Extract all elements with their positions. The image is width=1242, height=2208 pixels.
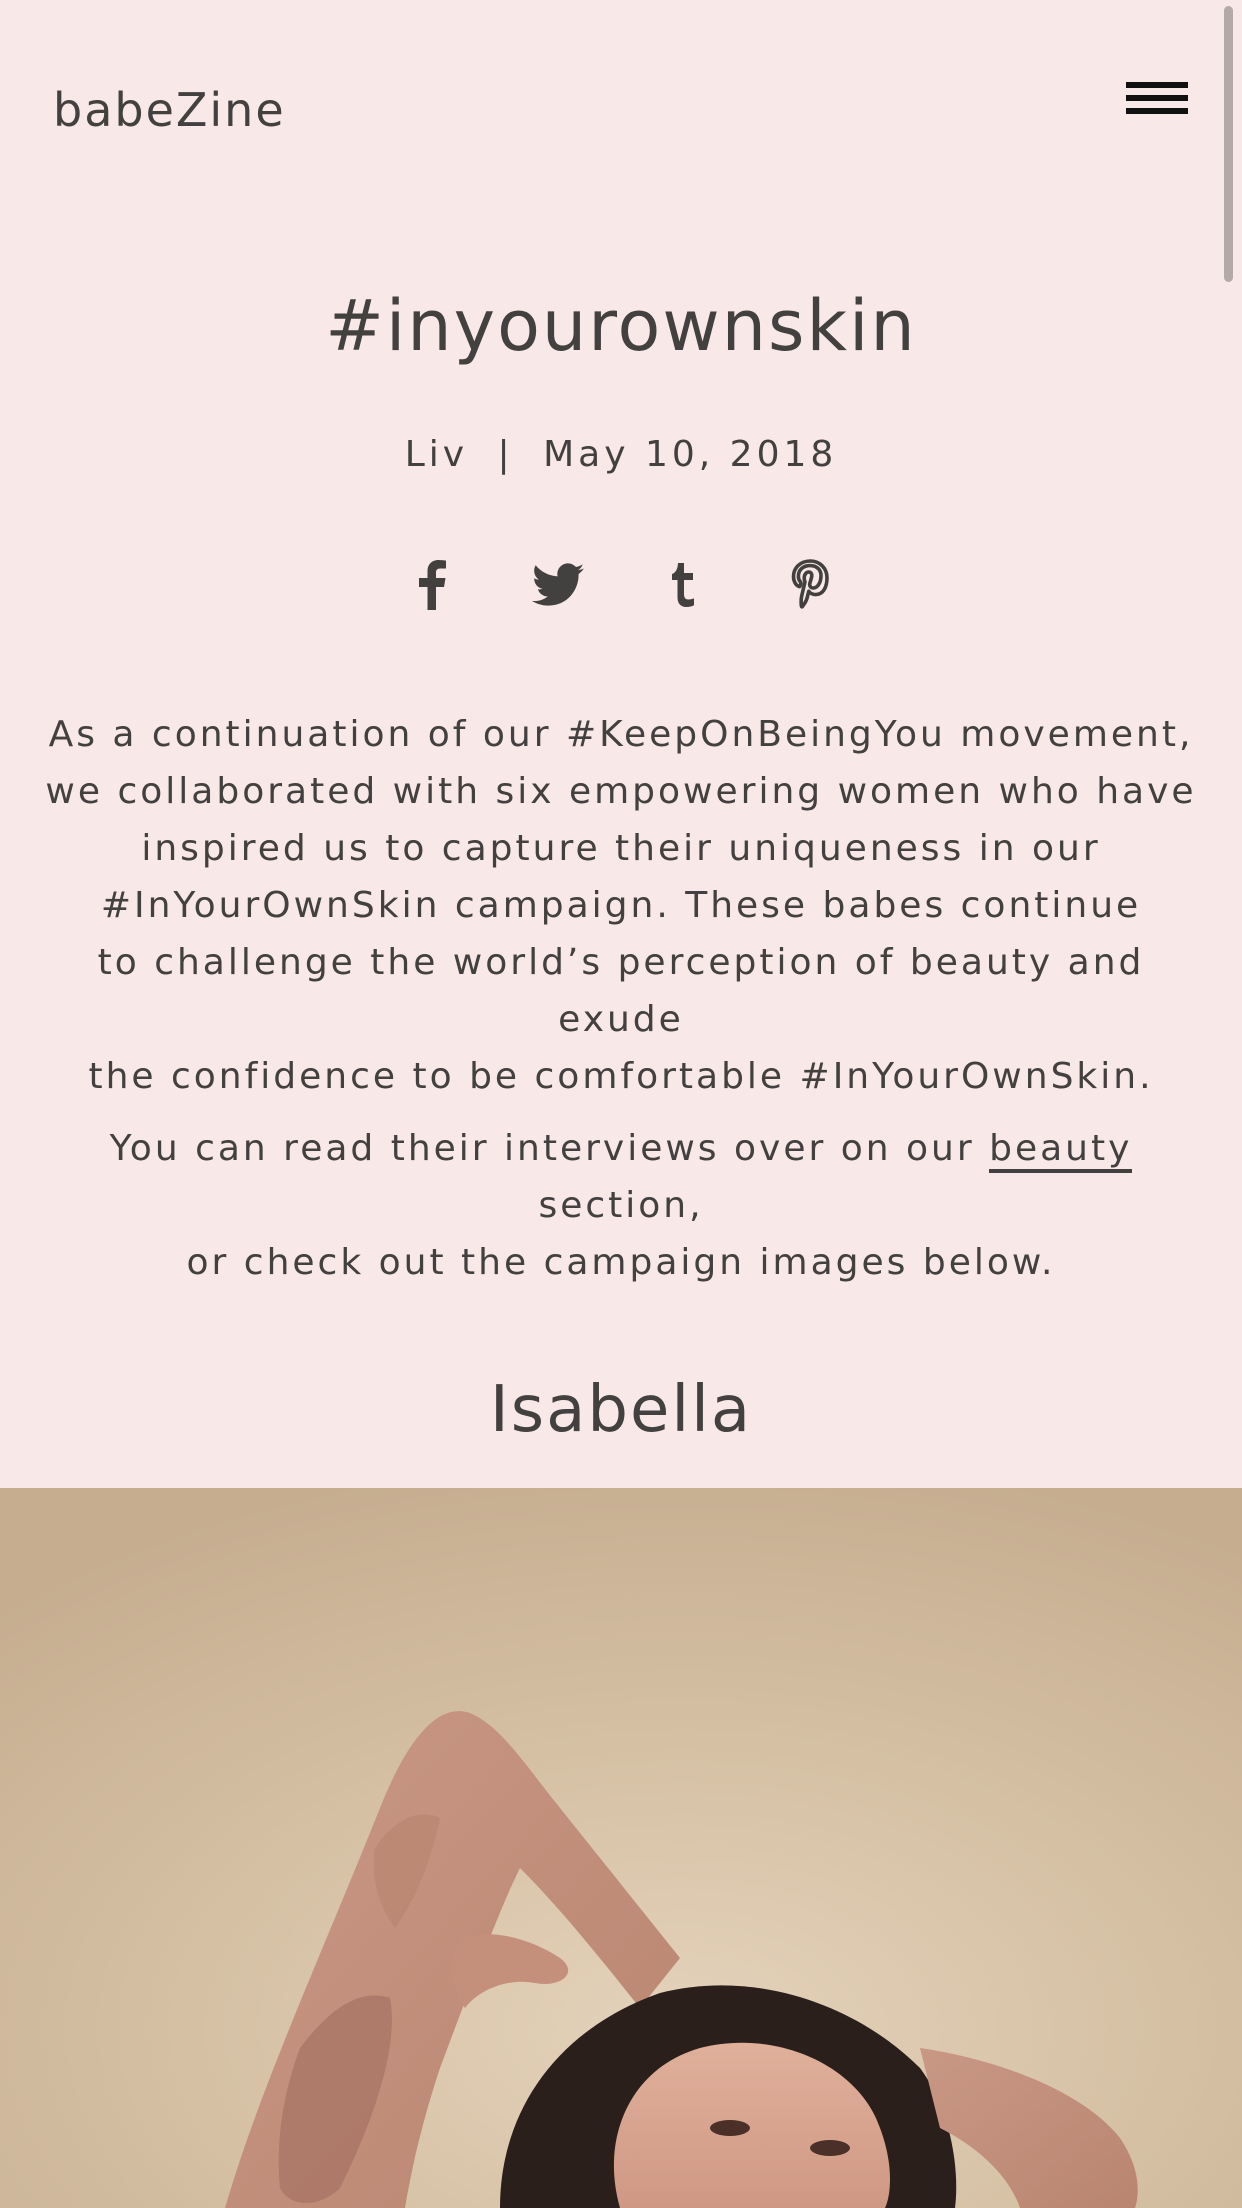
read-more-text: or check out the campaign images below. [186,1242,1056,1283]
facebook-icon[interactable] [397,550,467,620]
hamburger-menu-icon[interactable] [1126,80,1188,124]
campaign-photo-illustration [0,1488,1242,2208]
article-title: #inyourownskin [325,285,917,367]
share-bar [0,550,1242,620]
site-logo[interactable]: babeZine [53,80,286,140]
tumblr-icon[interactable] [649,550,719,620]
menu-bar [1126,95,1188,101]
beauty-section-link[interactable]: beauty [989,1128,1133,1173]
menu-bar [1126,108,1188,114]
meta-separator: | [497,434,514,475]
intro-line: inspired us to capture their uniqueness … [141,828,1101,869]
read-more-text: You can read their interviews over on ou… [109,1128,990,1169]
pinterest-icon[interactable] [775,550,845,620]
intro-line: to challenge the world’s perception of b… [97,942,1145,1040]
intro-line: #InYourOwnSkin campaign. These babes con… [100,885,1142,926]
read-more-text: section, [538,1185,704,1226]
scrollbar-thumb[interactable] [1224,6,1233,282]
twitter-icon[interactable] [523,550,593,620]
model-name-heading: Isabella [489,1373,753,1447]
menu-bar [1126,82,1188,88]
author-name: Liv [404,434,469,475]
publish-date: May 10, 2018 [543,434,838,475]
article-meta: Liv | May 10, 2018 [0,428,1242,482]
campaign-photo [0,1488,1242,2208]
intro-line: the confidence to be comfortable #InYour… [88,1056,1154,1097]
intro-line: we collaborated with six empowering wome… [45,771,1197,812]
read-more-paragraph: You can read their interviews over on ou… [30,1120,1212,1291]
site-header: babeZine [0,0,1242,200]
intro-line: As a continuation of our #KeepOnBeingYou… [48,714,1194,755]
intro-paragraph: As a continuation of our #KeepOnBeingYou… [30,706,1212,1105]
